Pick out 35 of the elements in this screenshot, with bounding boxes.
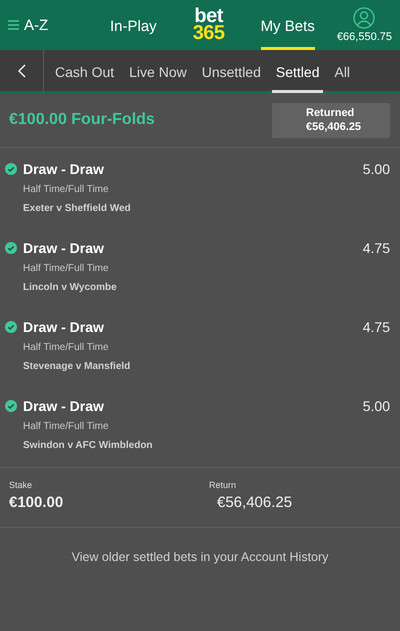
user-icon bbox=[353, 7, 376, 29]
filter-tab[interactable]: All bbox=[330, 50, 354, 93]
a-z-menu-button[interactable]: A-Z bbox=[8, 0, 98, 50]
selection-odds: 5.00 bbox=[362, 398, 390, 414]
selection-pick: Draw - Draw bbox=[23, 240, 105, 256]
selection-odds: 4.75 bbox=[362, 319, 390, 335]
selection-pick: Draw - Draw bbox=[23, 398, 105, 414]
nav-tab[interactable]: In-Play bbox=[110, 0, 157, 50]
match-name: Swindon v AFC Wimbledon bbox=[23, 440, 154, 450]
market-name: Half Time/Full Time bbox=[23, 263, 110, 274]
account-button[interactable]: €66,550.75 bbox=[336, 0, 392, 50]
market-name: Half Time/Full Time bbox=[23, 184, 110, 195]
filter-tab[interactable]: Unsettled bbox=[198, 50, 265, 93]
logo[interactable]: bet 365 bbox=[192, 0, 225, 50]
bet-title: €100.00 Four-Folds bbox=[9, 111, 155, 129]
filter-tab[interactable]: Live Now bbox=[125, 50, 191, 93]
return-value: €56,406.25 bbox=[216, 494, 294, 511]
filter-tab[interactable]: Settled bbox=[272, 50, 324, 93]
match-name: Lincoln v Wycombe bbox=[23, 282, 118, 292]
menu-icon bbox=[8, 20, 19, 30]
selection-pick: Draw - Draw bbox=[23, 319, 105, 335]
return-label: Return bbox=[209, 480, 238, 490]
market-name: Half Time/Full Time bbox=[23, 421, 110, 432]
stake-value: €100.00 bbox=[9, 494, 64, 511]
stake-label: Stake bbox=[9, 480, 34, 490]
match-name: Stevenage v Mansfield bbox=[23, 360, 132, 372]
match-name: Exeter v Sheffield Wed bbox=[23, 202, 132, 214]
filter-tab[interactable]: Cash Out bbox=[51, 50, 118, 93]
back-icon bbox=[18, 64, 26, 78]
selection-odds: 4.75 bbox=[362, 240, 390, 256]
account-history-link[interactable]: View older settled bets in your Account History bbox=[72, 550, 328, 566]
market-name: Half Time/Full Time bbox=[23, 342, 110, 353]
selection-pick: Draw - Draw bbox=[23, 161, 105, 177]
selection-odds: 5.00 bbox=[362, 161, 390, 177]
returned-panel: Returned €56,406.25 bbox=[272, 102, 390, 138]
